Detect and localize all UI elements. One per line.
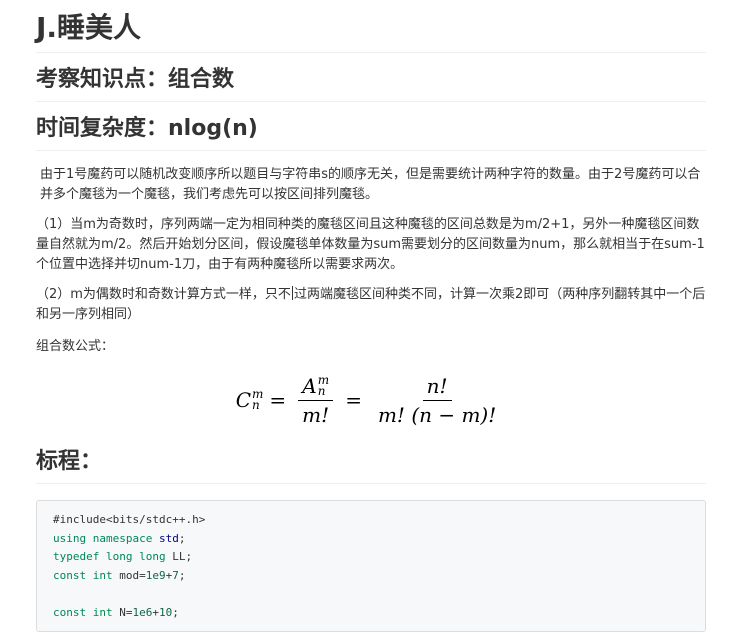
code-namespace: std	[158, 531, 179, 545]
code-type: int	[92, 568, 113, 582]
text-cursor	[291, 286, 293, 300]
formula-lhs-sub: n	[252, 398, 260, 412]
code-keyword: const	[53, 605, 87, 619]
code-punct: ;	[172, 605, 179, 619]
code-punct: ;	[178, 531, 186, 545]
knowledge-heading: 考察知识点：组合数	[36, 53, 706, 102]
code-identifier: LL;	[172, 550, 193, 563]
formula-frac2-denominator: m! (n − m)!	[377, 402, 497, 427]
code-line-1: #include<bits/stdc++.h>	[53, 511, 689, 530]
formula-lhs-base: C	[235, 388, 252, 412]
formula-label: 组合数公式：	[36, 339, 115, 354]
code-keyword: using namespace	[53, 531, 153, 545]
code-type: long long	[105, 550, 166, 563]
combination-formula: C m n = A m n m! = n! m! (n − m)!	[36, 369, 706, 431]
formula-equals-1: =	[269, 388, 287, 412]
formula-frac1-num-sub: n	[317, 383, 326, 398]
code-line-6: const int N=1e6+10;	[53, 604, 689, 623]
formula-frac1-num-indices: m n	[317, 374, 329, 398]
code-line-4: const int mod=1e9+7;	[53, 567, 689, 586]
code-number: 7	[172, 568, 179, 582]
formula-fraction-1: A m n m!	[298, 373, 334, 427]
formula-fraction-2: n! m! (n − m)!	[374, 374, 500, 427]
paragraph-intro: 由于1号魔药可以随机改变顺序所以题目与字符串s的顺序无关，但是需要统计两种字符的…	[40, 167, 701, 202]
code-keyword: const	[53, 568, 87, 582]
formula-frac1-num-base: A	[302, 373, 317, 398]
formula-frac2-numerator: n!	[422, 374, 452, 401]
code-punct: ;	[178, 568, 186, 582]
formula-lhs: C m n	[236, 388, 264, 412]
code-include: #include<bits/stdc++.h>	[53, 513, 206, 526]
code-type: int	[92, 605, 113, 619]
code-number: 10	[159, 605, 173, 619]
code-block[interactable]: #include<bits/stdc++.h> using namespace s…	[36, 500, 706, 632]
formula-equals-2: =	[345, 388, 362, 412]
page-title: J.睡美人	[36, 8, 706, 53]
code-line-3: typedef long long LL;	[53, 548, 689, 567]
document: J.睡美人 考察知识点：组合数 时间复杂度：nlog(n) 由于1号魔药可以随机…	[36, 0, 706, 632]
formula-lhs-indices: m n	[252, 388, 263, 412]
procedure-heading: 标程：	[36, 435, 706, 484]
complexity-heading: 时间复杂度：nlog(n)	[36, 102, 706, 151]
code-keyword: typedef	[53, 550, 100, 563]
paragraph-odd-case: （1）当m为奇数时，序列两端一定为相同种类的魔毯区间且这种魔毯的区间总数是为m/…	[36, 217, 705, 272]
code-line-2: using namespace std;	[53, 530, 689, 549]
code-number: 1e9	[145, 568, 166, 582]
paragraph-even-case: （2）m为偶数时和奇数计算方式一样，只不 过两端魔毯区间种类不同，计算一次乘2即可…	[36, 285, 706, 325]
formula-frac1-numerator: A m n	[298, 373, 334, 401]
paragraph-even-text-a: （2）m为偶数时和奇数计算方式一样，只不	[36, 287, 291, 302]
code-number: 1e6	[132, 605, 153, 619]
formula-frac1-denominator: m!	[302, 402, 330, 427]
code-operator: +	[152, 605, 159, 619]
code-identifier: mod=	[119, 568, 146, 582]
code-identifier: N=	[119, 605, 133, 619]
